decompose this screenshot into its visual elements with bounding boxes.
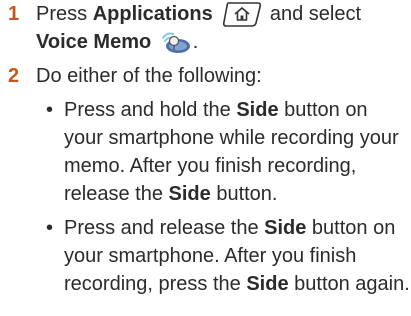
bullet-icon: •	[46, 217, 54, 239]
list-item-text: button again.	[288, 273, 410, 295]
list-item: • Press and hold the Side button on your…	[36, 96, 411, 208]
step-text: and select	[264, 3, 361, 25]
keyword-side: Side	[236, 99, 279, 121]
voice-memo-app-icon	[159, 29, 193, 55]
step-2: 2 Do either of the following: • Press an…	[0, 62, 411, 298]
option-list: • Press and hold the Side button on your…	[36, 96, 411, 298]
keyword-voice-memo: Voice Memo	[36, 31, 152, 53]
applications-key-icon	[222, 0, 264, 28]
step-number: 1	[8, 3, 20, 25]
step-text: Press	[36, 3, 93, 25]
keyword-side: Side	[246, 273, 289, 295]
step-text: Do either of the following:	[36, 65, 262, 87]
list-item-text: Press and release the	[64, 217, 265, 239]
step-text: .	[192, 31, 199, 53]
instruction-document: 1 Press Applications and select Voice Me…	[0, 0, 411, 298]
keyword-applications: Applications	[92, 3, 213, 25]
step-1: 1 Press Applications and select Voice Me…	[0, 0, 411, 56]
keyword-side: Side	[168, 183, 211, 205]
list-item: • Press and release the Side button on y…	[36, 214, 411, 298]
list-item-text: button.	[210, 183, 278, 205]
step-number: 2	[8, 65, 20, 87]
keyword-side: Side	[264, 217, 307, 239]
list-item-text: Press and hold the	[64, 99, 237, 121]
bullet-icon: •	[46, 99, 54, 121]
